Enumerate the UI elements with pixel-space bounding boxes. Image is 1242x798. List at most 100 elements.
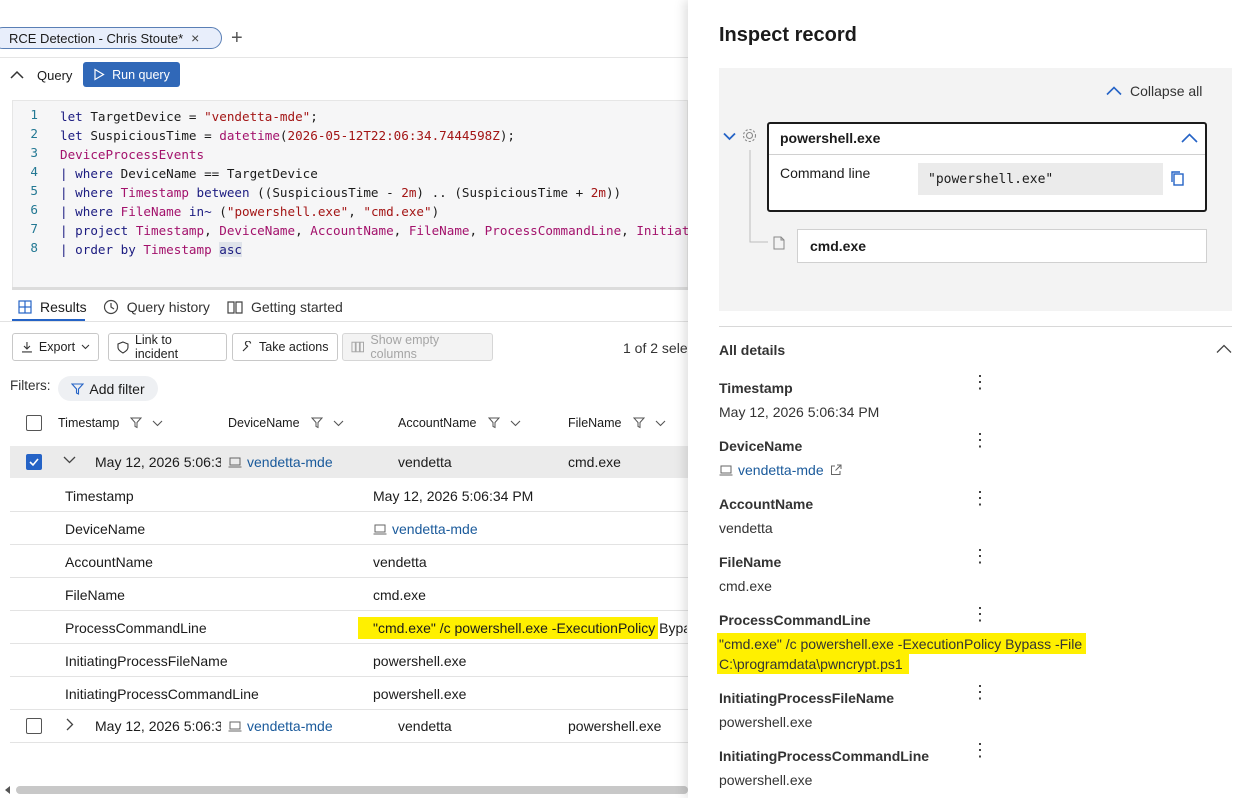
chevron-down-icon[interactable]	[333, 420, 344, 427]
command-line-value: "powershell.exe"	[918, 163, 1163, 195]
device-link[interactable]: vendetta-mde	[392, 521, 478, 537]
show-empty-columns-button[interactable]: Show empty columns	[342, 333, 493, 361]
tab-query-history-label: Query history	[126, 299, 210, 315]
column-header-label: AccountName	[398, 416, 477, 430]
chevron-down-icon[interactable]	[152, 420, 163, 427]
shield-icon	[117, 340, 129, 354]
export-button[interactable]: Export	[12, 333, 99, 361]
cell-devicename[interactable]: vendetta-mde	[228, 454, 333, 470]
add-tab-icon[interactable]: +	[231, 28, 243, 48]
cell-timestamp: May 12, 2026 5:06:34	[95, 718, 221, 734]
add-filter-label: Add filter	[89, 380, 145, 397]
copy-icon[interactable]	[1170, 170, 1185, 187]
columns-icon	[351, 341, 365, 353]
filter-icon[interactable]	[130, 417, 143, 429]
detail-label: FileName	[65, 587, 125, 603]
tab-query-history[interactable]: Query history	[103, 299, 210, 315]
row-checkbox[interactable]	[26, 454, 42, 470]
collapse-all-button[interactable]: Collapse all	[1106, 83, 1202, 99]
take-actions-button[interactable]: Take actions	[232, 333, 338, 361]
chevron-up-icon[interactable]	[1181, 133, 1198, 143]
run-query-button[interactable]: Run query	[83, 62, 180, 87]
select-all-checkbox[interactable]	[26, 415, 42, 431]
add-filter-button[interactable]: Add filter	[58, 376, 158, 401]
more-options-icon[interactable]: ⋮	[971, 431, 989, 449]
filter-icon[interactable]	[310, 417, 323, 429]
field-value: powershell.exe	[719, 772, 813, 788]
field-value[interactable]: vendetta-mde	[719, 462, 842, 478]
external-link-icon[interactable]	[830, 464, 842, 476]
take-actions-label: Take actions	[259, 340, 329, 354]
more-options-icon[interactable]: ⋮	[971, 373, 989, 391]
process-node-name: cmd.exe	[810, 238, 867, 254]
divider	[719, 326, 1232, 327]
tab-results[interactable]: Results	[18, 299, 87, 315]
filter-icon[interactable]	[487, 417, 500, 429]
code-line: | where FileName in~ ("powershell.exe", …	[60, 204, 440, 219]
column-header-timestamp[interactable]: Timestamp	[58, 408, 163, 438]
row-checkbox[interactable]	[26, 718, 42, 734]
field-label: FileName	[719, 554, 782, 570]
link-to-incident-button[interactable]: Link to incident	[108, 333, 227, 361]
chevron-up-icon	[1106, 86, 1122, 96]
detail-value[interactable]: vendetta-mde	[373, 521, 478, 537]
download-icon	[21, 342, 32, 353]
filter-icon[interactable]	[632, 417, 645, 429]
field-value: vendetta	[719, 520, 773, 536]
editor-scrollbar[interactable]	[12, 287, 688, 290]
field-label: Timestamp	[719, 380, 793, 396]
line-number: 2	[30, 126, 38, 141]
more-options-icon[interactable]: ⋮	[971, 547, 989, 565]
chevron-up-icon[interactable]	[1216, 344, 1232, 354]
chevron-down-icon[interactable]	[723, 132, 736, 141]
code-line: let SuspiciousTime = datetime(2026-05-12…	[60, 128, 515, 143]
cell-filename: cmd.exe	[568, 454, 621, 470]
cell-accountname: vendetta	[398, 454, 452, 470]
more-options-icon[interactable]: ⋮	[971, 605, 989, 623]
column-header-label: FileName	[568, 416, 622, 430]
tree-connector	[749, 150, 768, 243]
line-number: 1	[30, 107, 38, 122]
close-tab-icon[interactable]: ×	[191, 30, 199, 46]
chevron-down-icon[interactable]	[655, 420, 666, 427]
line-number: 8	[30, 240, 38, 255]
divider	[769, 154, 1205, 155]
detail-label: ProcessCommandLine	[65, 620, 207, 636]
divider	[0, 321, 688, 322]
column-header-accountname[interactable]: AccountName	[398, 408, 521, 438]
detail-label: InitiatingProcessFileName	[65, 653, 228, 669]
grid-icon	[18, 300, 32, 314]
scroll-left-icon[interactable]	[4, 786, 12, 794]
horizontal-scrollbar[interactable]	[16, 786, 688, 794]
chevron-down-icon[interactable]	[63, 456, 76, 464]
play-icon	[94, 68, 105, 81]
field-label: InitiatingProcessCommandLine	[719, 748, 930, 764]
column-header-filename[interactable]: FileName	[568, 408, 666, 438]
chevron-down-icon[interactable]	[510, 420, 521, 427]
all-details-header[interactable]: All details	[719, 342, 785, 358]
query-section-header[interactable]: Query	[10, 62, 72, 88]
more-options-icon[interactable]: ⋮	[971, 741, 989, 759]
column-header-devicename[interactable]: DeviceName	[228, 408, 344, 438]
field-label: DeviceName	[719, 438, 803, 454]
more-options-icon[interactable]: ⋮	[971, 683, 989, 701]
detail-value: cmd.exe	[373, 587, 426, 603]
chevron-right-icon[interactable]	[66, 718, 74, 731]
checkmark-icon	[29, 458, 39, 467]
clock-icon	[103, 299, 118, 315]
field-label: AccountName	[719, 496, 814, 512]
device-link[interactable]: vendetta-mde	[738, 462, 824, 478]
tab-getting-started[interactable]: Getting started	[227, 299, 343, 315]
device-link[interactable]: vendetta-mde	[247, 718, 333, 734]
line-number: 5	[30, 183, 38, 198]
device-link[interactable]: vendetta-mde	[247, 454, 333, 470]
column-header-label: DeviceName	[228, 416, 300, 430]
more-options-icon[interactable]: ⋮	[971, 489, 989, 507]
query-tab[interactable]: RCE Detection - Chris Stoute* ×	[0, 27, 222, 49]
cell-devicename[interactable]: vendetta-mde	[228, 718, 333, 734]
gear-icon	[742, 128, 757, 143]
code-line: | order by Timestamp asc	[60, 242, 242, 257]
line-number: 4	[30, 164, 38, 179]
command-line-label: Command line	[780, 165, 871, 181]
filters-label: Filters:	[10, 378, 51, 393]
